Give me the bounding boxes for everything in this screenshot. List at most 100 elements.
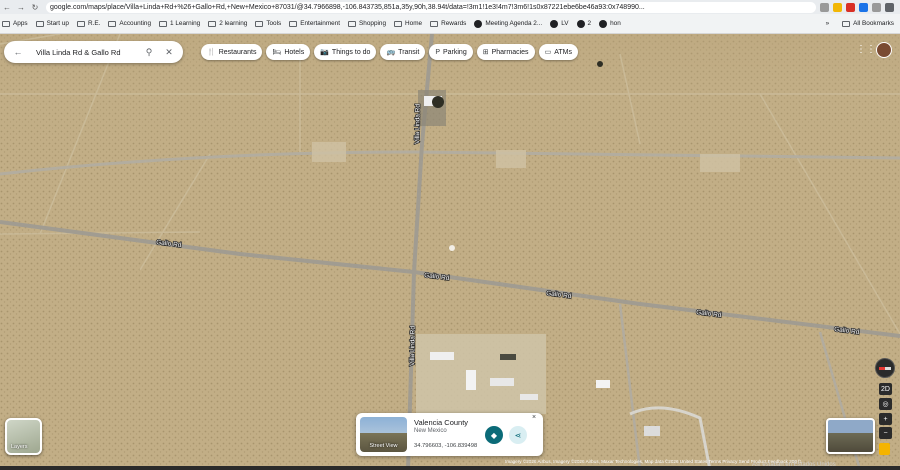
category-chips: 🍴 Restaurants 🛏 Hotels 📷 Things to do 🚌 Transit…: [201, 44, 578, 60]
share-button[interactable]: ⋖: [509, 426, 527, 444]
compass-icon[interactable]: [875, 358, 895, 378]
extension-icon[interactable]: [820, 2, 829, 12]
map-attribution: Imagery ©2026 Airbus, Imagery ©2026 Airb…: [505, 459, 801, 464]
bookmark-6[interactable]: Tools: [255, 20, 281, 27]
chip-label: Parking: [442, 48, 467, 56]
folder-icon: [289, 20, 298, 27]
reload-icon[interactable]: ↻: [28, 3, 42, 12]
chip-icon: P: [435, 48, 440, 56]
street-view-thumbnail[interactable]: [826, 418, 875, 454]
chip-icon: 🚌: [386, 49, 396, 56]
bookmark-label: 2 learning: [219, 20, 248, 27]
folder-icon: [76, 20, 85, 27]
bottom-caption: Así estaban en Estados Unidos: [752, 462, 836, 468]
forward-arrow-icon[interactable]: →: [14, 3, 28, 12]
chip-label: Hotels: [284, 48, 305, 56]
bookmark-12[interactable]: LV: [550, 19, 569, 28]
address-bar[interactable]: google.com/maps/place/Villa+Linda+Rd+%26…: [46, 1, 816, 13]
bookmark-label: 1 Learning: [170, 20, 201, 27]
chip-transit[interactable]: 🚌 Transit: [380, 44, 426, 60]
bookmark-label: Home: [405, 20, 423, 27]
bookmark-label: Meeting Agenda 2...: [485, 20, 543, 27]
bookmark-8[interactable]: Shopping: [348, 20, 386, 27]
overflow-chevron-icon[interactable]: »: [826, 20, 830, 27]
chip-label: Pharmacies: [491, 48, 529, 56]
street-view-label: Street View: [369, 443, 398, 449]
folder-icon: [255, 20, 264, 27]
zoom-in-button[interactable]: +: [879, 413, 892, 425]
folder-icon: [842, 20, 851, 27]
bookmark-label: Entertainment: [300, 20, 341, 27]
bookmark-label: R.E.: [87, 20, 101, 27]
extensions-area: [820, 2, 900, 12]
place-card[interactable]: Street View Valencia County New Mexico 3…: [356, 413, 543, 456]
extension-icon[interactable]: [859, 2, 868, 12]
layers-button[interactable]: Layers: [5, 418, 42, 455]
directions-icon: ◆: [490, 430, 498, 440]
apps-grid-icon[interactable]: ⋮⋮: [856, 45, 876, 55]
bookmark-label: Rewards: [441, 20, 467, 27]
bookmark-11[interactable]: Meeting Agenda 2...: [474, 19, 543, 28]
chip-icon: ⊞: [482, 49, 489, 56]
bookmark-5[interactable]: 2 learning: [208, 20, 247, 27]
folder-icon: [108, 20, 117, 27]
bookmark-label: Apps: [13, 20, 28, 27]
search-icon[interactable]: ⚲: [143, 47, 155, 58]
folder-icon: [430, 20, 439, 27]
road-label: Villa Linda Rd: [414, 104, 422, 144]
chip-label: ATMs: [554, 48, 572, 56]
bookmark-9[interactable]: Home: [394, 20, 422, 27]
street-view-preview[interactable]: Street View: [360, 417, 407, 452]
place-title: Valencia County: [414, 418, 469, 427]
chip-pharmacies[interactable]: ⊞ Pharmacies: [476, 44, 535, 60]
back-arrow-icon[interactable]: ←: [12, 47, 24, 57]
bookmark-4[interactable]: 1 Learning: [159, 20, 200, 27]
search-box[interactable]: ← Villa Linda Rd & Gallo Rd ⚲ ✕: [4, 41, 183, 63]
directions-button[interactable]: ◆: [485, 426, 503, 444]
folder-icon: [348, 20, 357, 27]
bookmark-14[interactable]: hon: [599, 19, 621, 28]
bookmark-0[interactable]: Apps: [2, 20, 28, 27]
bookmark-1[interactable]: Start up: [35, 20, 69, 27]
browser-toolbar: ← → ↻ google.com/maps/place/Villa+Linda+…: [0, 0, 900, 14]
bookmark-label: Start up: [46, 20, 69, 27]
my-location-icon[interactable]: ◎: [879, 398, 892, 410]
bookmark-13[interactable]: 2: [576, 19, 592, 28]
apps-grid-icon: [2, 20, 10, 27]
avatar[interactable]: [876, 42, 892, 58]
bookmark-7[interactable]: Entertainment: [289, 20, 340, 27]
bookmark-label: 2: [587, 20, 592, 27]
folder-icon: [35, 20, 44, 27]
road-label: Villa Linda Rd: [409, 326, 417, 366]
search-input[interactable]: Villa Linda Rd & Gallo Rd: [36, 48, 143, 57]
share-icon: ⋖: [514, 430, 522, 440]
site-icon: [599, 19, 608, 28]
pegman-icon[interactable]: [879, 443, 890, 455]
chip-label: Transit: [398, 48, 420, 56]
satellite-map[interactable]: Gallo Rd Gallo Rd Gallo Rd Gallo Rd Gall…: [0, 34, 900, 470]
profile-icon[interactable]: [872, 2, 881, 12]
back-arrow-icon[interactable]: ←: [0, 3, 14, 12]
bookmark-2[interactable]: R.E.: [76, 20, 101, 27]
chip-icon: 🛏: [272, 49, 282, 56]
bookmarks-bar: Apps Start up R.E. Accounting 1 Learning 2 le…: [0, 14, 900, 34]
star-icon[interactable]: [833, 2, 842, 12]
extension-icon[interactable]: [846, 2, 855, 12]
bookmark-3[interactable]: Accounting: [108, 20, 151, 27]
zoom-out-button[interactable]: −: [879, 427, 892, 439]
chip-atms[interactable]: ▭ ATMs: [538, 44, 578, 60]
bookmark-label: Accounting: [119, 20, 152, 27]
chip-icon: ▭: [544, 49, 552, 56]
all-bookmarks[interactable]: » All Bookmarks: [826, 20, 900, 27]
view-2d-button[interactable]: 2D: [879, 383, 892, 395]
place-subtitle: New Mexico: [414, 428, 447, 434]
bookmark-10[interactable]: Rewards: [430, 20, 466, 27]
close-icon[interactable]: ✕: [163, 47, 175, 58]
chip-parking[interactable]: P Parking: [429, 44, 473, 60]
chip-things-to-do[interactable]: 📷 Things to do: [314, 44, 377, 60]
close-card-button[interactable]: ×: [532, 414, 536, 421]
chip-hotels[interactable]: 🛏 Hotels: [266, 44, 311, 60]
folder-icon: [394, 20, 403, 27]
chip-restaurants[interactable]: 🍴 Restaurants: [201, 44, 263, 60]
menu-dots-icon[interactable]: [885, 2, 894, 12]
